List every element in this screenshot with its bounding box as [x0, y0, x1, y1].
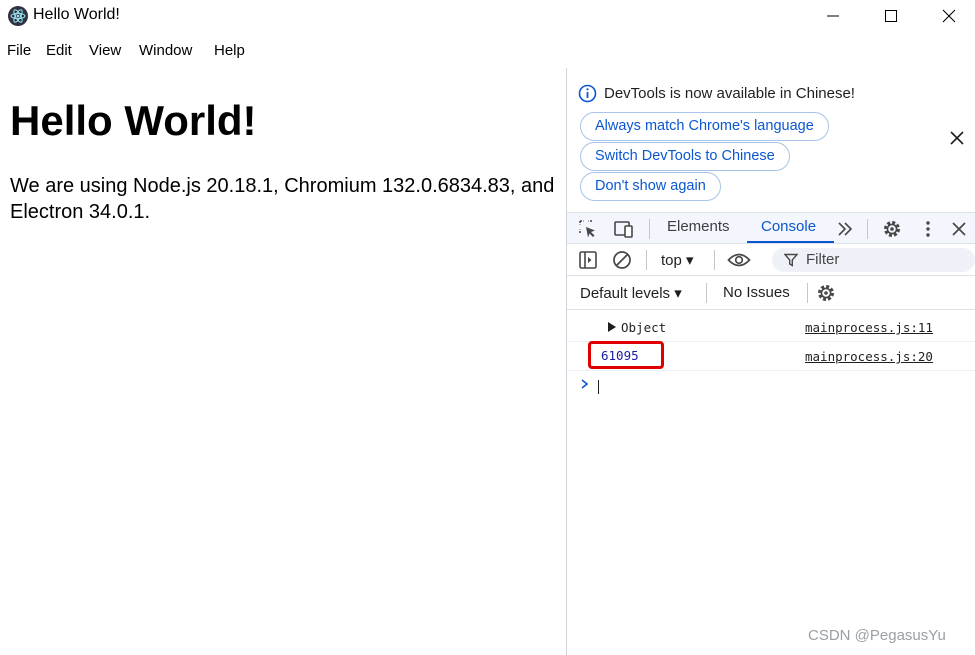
close-window-button[interactable]: [920, 0, 975, 32]
filter-placeholder: Filter: [806, 251, 840, 268]
close-devtools-icon[interactable]: [949, 219, 969, 239]
more-options-icon[interactable]: [918, 219, 938, 239]
electron-app-icon: [8, 6, 28, 26]
toolbar-separator: [867, 219, 868, 239]
source-link[interactable]: mainprocess.js:11: [805, 320, 933, 335]
menu-file[interactable]: File: [7, 42, 31, 59]
console-input-caret[interactable]: [598, 380, 599, 394]
tab-elements[interactable]: Elements: [667, 218, 730, 235]
info-icon: [578, 84, 597, 103]
red-highlight-annotation: [588, 341, 664, 369]
language-banner-message: DevTools is now available in Chinese!: [604, 85, 855, 102]
maximize-button[interactable]: [862, 0, 920, 32]
tab-console[interactable]: Console: [761, 218, 816, 235]
title-bar: Hello World!: [0, 0, 975, 32]
inspect-element-icon[interactable]: [578, 219, 598, 239]
menu-edit[interactable]: Edit: [46, 42, 72, 59]
toolbar-separator: [706, 283, 707, 303]
watermark: CSDN @PegasusYu: [808, 627, 946, 644]
expand-triangle-icon[interactable]: [608, 322, 616, 332]
issues-counter[interactable]: No Issues: [723, 284, 790, 301]
close-banner-icon[interactable]: [949, 130, 965, 146]
close-icon: [942, 9, 956, 23]
dont-show-again-button[interactable]: Don't show again: [580, 172, 721, 201]
window-title: Hello World!: [33, 6, 120, 23]
console-object-value[interactable]: Object: [621, 320, 666, 335]
message-separator: [567, 370, 975, 371]
clear-console-icon[interactable]: [612, 250, 632, 270]
sidebar-toggle-icon[interactable]: [578, 250, 598, 270]
minimize-button[interactable]: [804, 0, 862, 32]
minimize-icon: [827, 15, 839, 17]
menu-window[interactable]: Window: [139, 42, 192, 59]
live-expression-eye-icon[interactable]: [727, 250, 751, 270]
menu-view[interactable]: View: [89, 42, 121, 59]
console-levels-bar: Default levels ▾ No Issues: [567, 276, 975, 310]
log-levels-dropdown[interactable]: Default levels ▾: [580, 284, 682, 302]
devtools-panel: DevTools is now available in Chinese! Al…: [567, 68, 975, 655]
active-tab-indicator: [747, 241, 834, 243]
console-message: Object mainprocess.js:11: [567, 313, 975, 341]
context-selector[interactable]: top ▾: [661, 251, 694, 269]
toolbar-separator: [649, 219, 650, 239]
settings-gear-icon[interactable]: [882, 219, 902, 239]
page-heading: Hello World!: [10, 97, 257, 144]
switch-to-chinese-button[interactable]: Switch DevTools to Chinese: [580, 142, 790, 171]
toolbar-separator: [714, 250, 715, 270]
toolbar-separator: [807, 283, 808, 303]
page-body-text: We are using Node.js 20.18.1, Chromium 1…: [10, 175, 555, 223]
match-chrome-language-button[interactable]: Always match Chrome's language: [580, 112, 829, 141]
source-link[interactable]: mainprocess.js:20: [805, 349, 933, 364]
device-toolbar-icon[interactable]: [612, 219, 634, 239]
devtools-tab-bar: Elements Console: [567, 212, 975, 244]
toolbar-separator: [646, 250, 647, 270]
console-prompt-chevron-icon: [581, 379, 589, 389]
maximize-icon: [885, 10, 897, 22]
console-toolbar: top ▾ Filter: [567, 244, 975, 276]
menu-help[interactable]: Help: [214, 42, 245, 59]
filter-input[interactable]: Filter: [772, 248, 975, 272]
filter-icon: [784, 253, 798, 267]
more-tabs-chevron-icon[interactable]: [835, 219, 855, 239]
console-settings-gear-icon[interactable]: [816, 283, 836, 303]
